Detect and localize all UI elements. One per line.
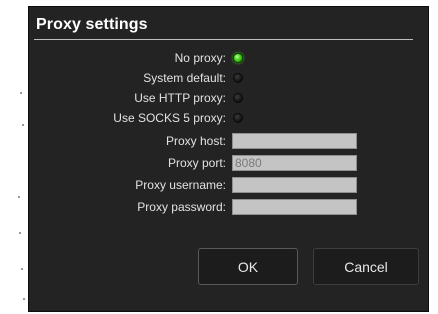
option-no-proxy-label: No proxy: (174, 51, 226, 65)
radio-socks5-proxy[interactable] (233, 113, 243, 123)
proxy-settings-dialog: Proxy settings No proxy: System default:… (28, 6, 429, 312)
speck (21, 268, 23, 270)
ok-button[interactable]: OK (198, 248, 298, 285)
proxy-host-input[interactable] (232, 133, 357, 149)
dialog-title: Proxy settings (36, 16, 148, 33)
radio-http-proxy[interactable] (233, 93, 243, 103)
proxy-host-label: Proxy host: (165, 134, 226, 148)
speck (23, 298, 25, 300)
option-system-default-label: System default: (143, 71, 226, 85)
speck (22, 124, 24, 126)
title-divider (34, 39, 413, 40)
speck (18, 196, 20, 198)
proxy-password-input[interactable] (232, 199, 357, 215)
proxy-username-label: Proxy username: (135, 178, 226, 192)
proxy-password-label: Proxy password: (137, 200, 226, 214)
option-http-proxy-label: Use HTTP proxy: (134, 91, 226, 105)
cancel-button[interactable]: Cancel (313, 248, 419, 285)
background-edge-specks (0, 0, 28, 314)
radio-system-default[interactable] (233, 73, 243, 83)
speck (19, 232, 21, 234)
screen: Proxy settings No proxy: System default:… (0, 0, 438, 314)
option-socks5-proxy-label: Use SOCKS 5 proxy: (113, 111, 226, 125)
proxy-username-input[interactable] (232, 177, 357, 193)
speck (20, 92, 22, 94)
proxy-port-input[interactable] (232, 155, 357, 171)
radio-no-proxy[interactable] (233, 53, 243, 63)
proxy-port-label: Proxy port: (167, 156, 226, 170)
